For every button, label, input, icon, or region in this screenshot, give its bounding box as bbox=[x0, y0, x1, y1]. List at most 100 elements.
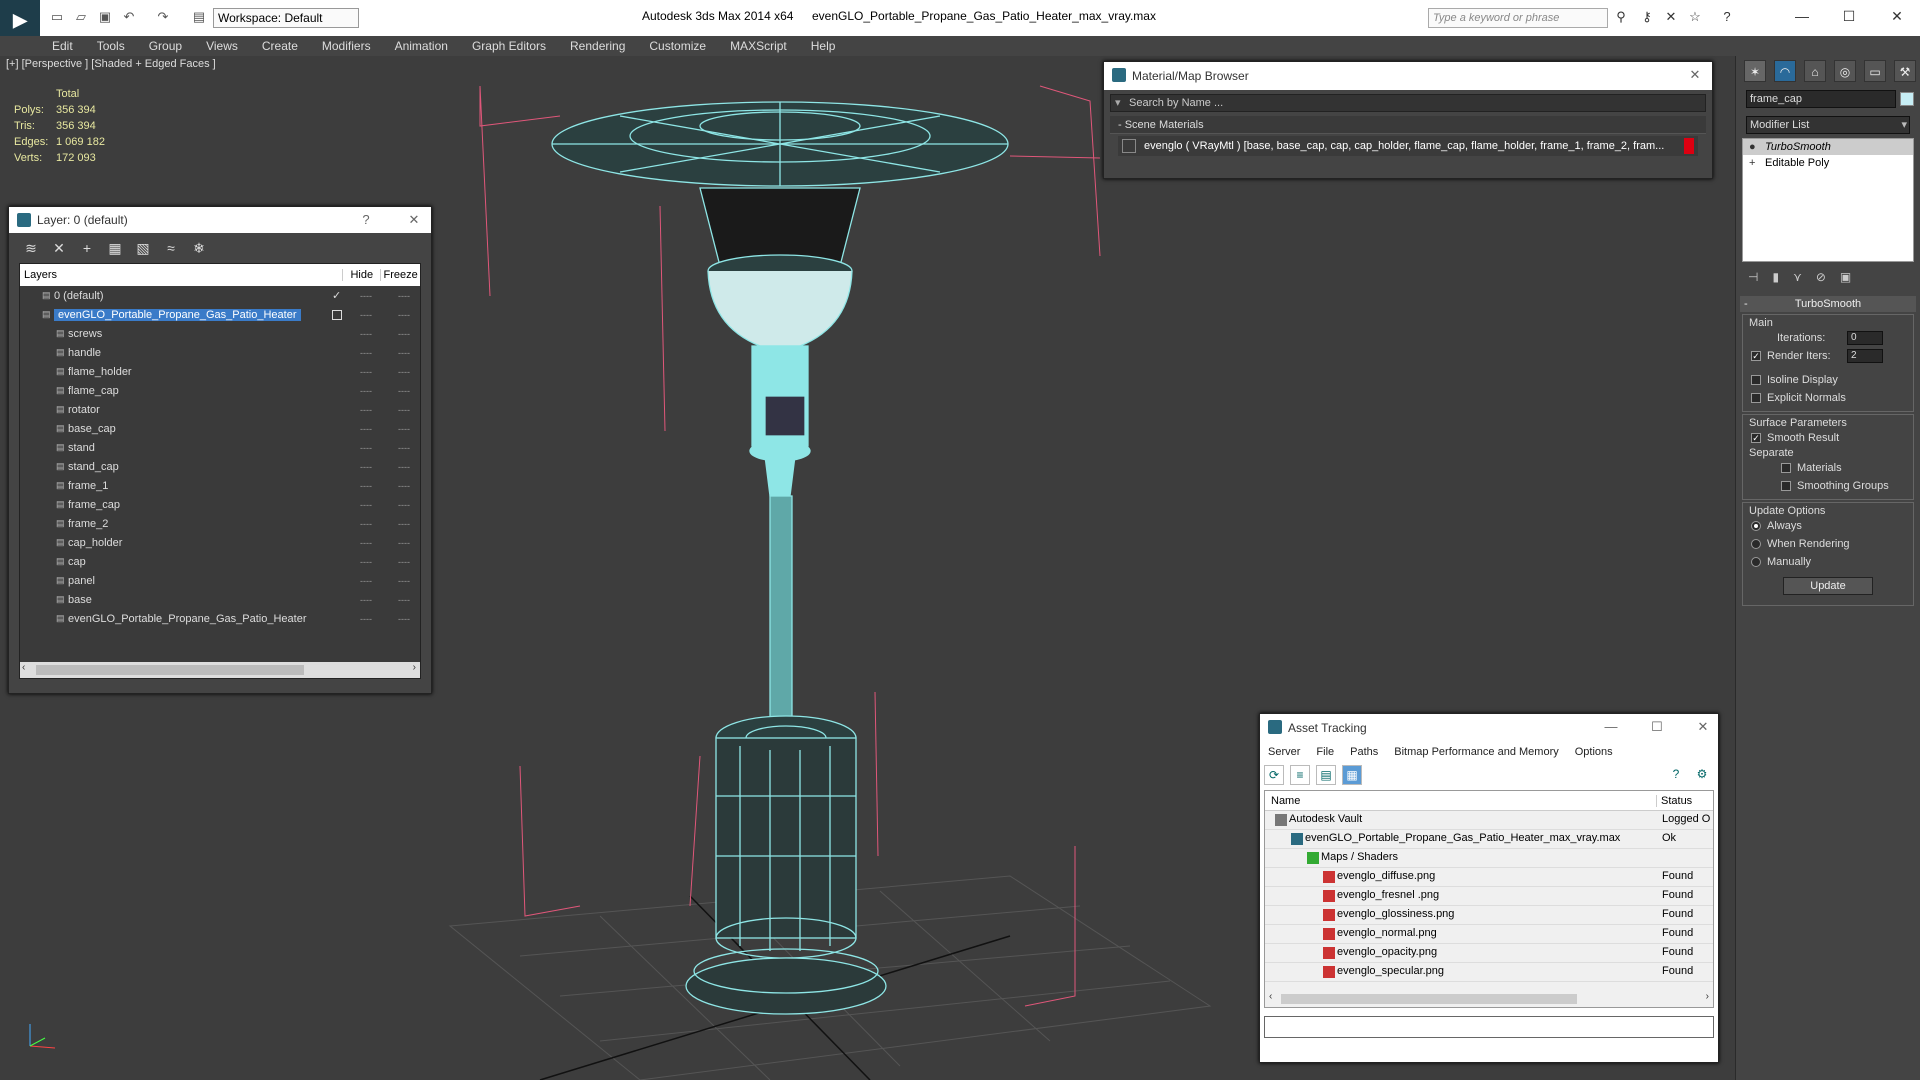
close-panel-button[interactable]: ✕ bbox=[403, 209, 425, 231]
create-layer-icon[interactable]: ≋ bbox=[21, 238, 41, 258]
freeze-toggle[interactable]: ---- bbox=[398, 519, 410, 529]
layer-row[interactable]: ▤ stand_cap ---- ---- bbox=[20, 457, 420, 476]
freeze-toggle[interactable]: ---- bbox=[398, 291, 410, 301]
hide-toggle[interactable]: ---- bbox=[360, 500, 372, 510]
freeze-toggle[interactable]: ---- bbox=[398, 386, 410, 396]
modify-tab-icon[interactable]: ◠ bbox=[1774, 60, 1796, 82]
update-manually-row[interactable]: Manually bbox=[1747, 553, 1909, 571]
separate-smoothing-row[interactable]: Smoothing Groups bbox=[1747, 477, 1909, 495]
asset-row[interactable]: evenGLO_Portable_Propane_Gas_Patio_Heate… bbox=[1265, 830, 1713, 849]
hide-all-icon[interactable]: ≈ bbox=[161, 238, 181, 258]
layer-row[interactable]: ▤ evenGLO_Portable_Propane_Gas_Patio_Heat… bbox=[20, 305, 420, 324]
asset-tracking-titlebar[interactable]: Asset Tracking — ☐ ✕ bbox=[1260, 714, 1718, 742]
pin-stack-icon[interactable]: ⊣ bbox=[1748, 270, 1758, 284]
menu-modifiers[interactable]: Modifiers bbox=[310, 36, 383, 56]
object-color-swatch[interactable] bbox=[1900, 92, 1914, 106]
layer-row[interactable]: ▤ cap_holder ---- ---- bbox=[20, 533, 420, 552]
layer-row[interactable]: ▤ frame_1 ---- ---- bbox=[20, 476, 420, 495]
hide-toggle[interactable]: ---- bbox=[360, 310, 372, 320]
layer-row[interactable]: ▤ stand ---- ---- bbox=[20, 438, 420, 457]
asset-menu-options[interactable]: Options bbox=[1567, 746, 1621, 758]
communication-icon[interactable]: ✕ bbox=[1662, 8, 1680, 26]
asset-row[interactable]: Autodesk Vault Logged O bbox=[1265, 811, 1713, 830]
menu-create[interactable]: Create bbox=[250, 36, 310, 56]
separate-materials-row[interactable]: Materials bbox=[1747, 459, 1909, 477]
search-input[interactable]: Type a keyword or phrase bbox=[1428, 8, 1608, 28]
asset-row[interactable]: evenglo_normal.png Found bbox=[1265, 925, 1713, 944]
hierarchy-tab-icon[interactable]: ⌂ bbox=[1804, 60, 1826, 82]
layer-row[interactable]: ▤ handle ---- ---- bbox=[20, 343, 420, 362]
hide-toggle[interactable]: ---- bbox=[360, 538, 372, 548]
update-always-row[interactable]: Always bbox=[1747, 517, 1909, 535]
layer-row[interactable]: ▤ base ---- ---- bbox=[20, 590, 420, 609]
layer-select-icon[interactable] bbox=[332, 309, 342, 320]
freeze-toggle[interactable]: ---- bbox=[398, 538, 410, 548]
layer-row[interactable]: ▤ flame_cap ---- ---- bbox=[20, 381, 420, 400]
asset-minimize-button[interactable]: — bbox=[1600, 716, 1622, 738]
menu-animation[interactable]: Animation bbox=[383, 36, 460, 56]
favorites-icon[interactable]: ☆ bbox=[1686, 8, 1704, 26]
asset-menu-file[interactable]: File bbox=[1308, 746, 1342, 758]
hide-toggle[interactable]: ---- bbox=[360, 595, 372, 605]
help-button[interactable]: ? bbox=[355, 209, 377, 231]
help-icon[interactable]: ? bbox=[1718, 8, 1736, 26]
asset-help-icon[interactable]: ? bbox=[1666, 765, 1686, 785]
undo-icon[interactable]: ↶ bbox=[120, 8, 138, 26]
layer-row[interactable]: ▤ evenGLO_Portable_Propane_Gas_Patio_Heat… bbox=[20, 609, 420, 628]
column-layers[interactable]: Layers bbox=[20, 269, 342, 281]
utilities-tab-icon[interactable]: ⚒ bbox=[1894, 60, 1916, 82]
layer-manager-titlebar[interactable]: Layer: 0 (default) ? ✕ bbox=[9, 207, 431, 233]
update-when-rendering-row[interactable]: When Rendering bbox=[1747, 535, 1909, 553]
freeze-toggle[interactable]: ---- bbox=[398, 500, 410, 510]
menu-views[interactable]: Views bbox=[194, 36, 250, 56]
asset-menu-server[interactable]: Server bbox=[1260, 746, 1308, 758]
asset-menu-bitmap[interactable]: Bitmap Performance and Memory bbox=[1386, 746, 1566, 758]
configure-sets-icon[interactable]: ▣ bbox=[1840, 270, 1851, 284]
asset-row[interactable]: evenglo_fresnel .png Found bbox=[1265, 887, 1713, 906]
layer-row[interactable]: ▤ cap ---- ---- bbox=[20, 552, 420, 571]
hide-toggle[interactable]: ---- bbox=[360, 614, 372, 624]
hide-toggle[interactable]: ---- bbox=[360, 348, 372, 358]
asset-row[interactable]: evenglo_diffuse.png Found bbox=[1265, 868, 1713, 887]
hide-toggle[interactable]: ---- bbox=[360, 386, 372, 396]
layer-row[interactable]: ▤ flame_holder ---- ---- bbox=[20, 362, 420, 381]
freeze-toggle[interactable]: ---- bbox=[398, 481, 410, 491]
menu-help[interactable]: Help bbox=[799, 36, 848, 56]
render-iters-checkbox[interactable]: ✓ bbox=[1751, 351, 1761, 361]
asset-row[interactable]: evenglo_opacity.png Found bbox=[1265, 944, 1713, 963]
menu-group[interactable]: Group bbox=[137, 36, 194, 56]
hide-toggle[interactable]: ---- bbox=[360, 557, 372, 567]
hide-toggle[interactable]: ---- bbox=[360, 424, 372, 434]
save-file-icon[interactable]: ▣ bbox=[96, 8, 114, 26]
asset-close-button[interactable]: ✕ bbox=[1692, 716, 1714, 738]
refresh-icon[interactable]: ⟳ bbox=[1264, 765, 1284, 785]
redo-icon[interactable]: ↷ bbox=[154, 8, 172, 26]
modifier-list-dropdown[interactable]: Modifier List ▾ bbox=[1746, 116, 1910, 134]
freeze-toggle[interactable]: ---- bbox=[398, 443, 410, 453]
layer-row[interactable]: ▤ frame_2 ---- ---- bbox=[20, 514, 420, 533]
hide-toggle[interactable]: ---- bbox=[360, 405, 372, 415]
layer-row[interactable]: ▤ base_cap ---- ---- bbox=[20, 419, 420, 438]
hide-toggle[interactable]: ---- bbox=[360, 576, 372, 586]
freeze-toggle[interactable]: ---- bbox=[398, 614, 410, 624]
freeze-all-icon[interactable]: ❄ bbox=[189, 238, 209, 258]
table-view-icon[interactable]: ▦ bbox=[1342, 765, 1362, 785]
create-tab-icon[interactable]: ✶ bbox=[1744, 60, 1766, 82]
hide-toggle[interactable]: ---- bbox=[360, 329, 372, 339]
menu-customize[interactable]: Customize bbox=[637, 36, 718, 56]
column-name[interactable]: Name bbox=[1265, 794, 1657, 807]
menu-graph-editors[interactable]: Graph Editors bbox=[460, 36, 558, 56]
current-layer-check-icon[interactable]: ✓ bbox=[332, 289, 341, 302]
remove-modifier-icon[interactable]: ⊘ bbox=[1816, 270, 1826, 284]
material-browser-titlebar[interactable]: Material/Map Browser ✕ bbox=[1104, 62, 1712, 90]
display-tab-icon[interactable]: ▭ bbox=[1864, 60, 1886, 82]
asset-row[interactable]: evenglo_glossiness.png Found bbox=[1265, 906, 1713, 925]
minimize-button[interactable]: — bbox=[1787, 4, 1817, 28]
thumbnail-view-icon[interactable]: ▤ bbox=[1316, 765, 1336, 785]
asset-list-scrollbar[interactable]: ‹ › bbox=[1265, 991, 1713, 1007]
asset-path-field[interactable] bbox=[1264, 1016, 1714, 1038]
column-freeze[interactable]: Freeze bbox=[380, 269, 420, 281]
asset-settings-icon[interactable]: ⚙ bbox=[1692, 765, 1712, 785]
open-file-icon[interactable]: ▱ bbox=[72, 8, 90, 26]
scene-materials-section[interactable]: - Scene Materials bbox=[1110, 116, 1706, 134]
